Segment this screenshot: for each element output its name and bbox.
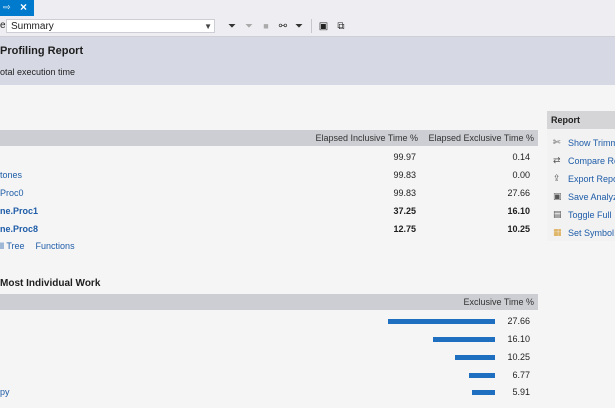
report-panel-title: Report: [551, 115, 580, 125]
export-report-icon: ⇪: [553, 173, 561, 183]
table-row[interactable]: py 5.91: [0, 382, 538, 402]
view-label: e: [0, 20, 6, 31]
toggle-full-icon: ▤: [553, 209, 562, 219]
hot-path-table-header: Elapsed Inclusive Time % Elapsed Exclusi…: [0, 130, 538, 146]
function-link[interactable]: tones: [0, 166, 22, 184]
exclusive-value: 0.14: [512, 152, 530, 162]
export-report-link[interactable]: ⇪ Export Repo: [553, 172, 615, 186]
exclusive-time-value: 5.91: [512, 387, 530, 397]
set-symbol-link[interactable]: ▦ Set Symbol: [553, 226, 615, 240]
report-header: [0, 37, 615, 85]
show-trimmed-link[interactable]: ✄ Show Trimm: [553, 136, 615, 150]
function-link[interactable]: ne.Proc8: [0, 220, 38, 238]
view-links: ll Tree Functions: [0, 240, 75, 252]
exclusive-time-bar: [433, 337, 495, 342]
close-icon[interactable]: ×: [20, 1, 31, 13]
page-title: Profiling Report: [0, 45, 84, 57]
exclusive-time-value: 27.66: [507, 316, 530, 326]
save-icon[interactable]: ▣: [318, 20, 329, 33]
column-header-exclusive[interactable]: Elapsed Exclusive Time %: [424, 130, 534, 146]
inclusive-value: 37.25: [393, 206, 416, 216]
section-title-individual-work: Most Individual Work: [0, 278, 101, 289]
panel-item-label: Set Symbol: [568, 228, 615, 238]
inclusive-value: 12.75: [393, 224, 416, 234]
table-row[interactable]: 16.10: [0, 329, 538, 349]
table-row[interactable]: ne.Proc8 12.75 10.25: [0, 220, 538, 238]
exclusive-time-value: 10.25: [507, 352, 530, 362]
stop-icon[interactable]: ■: [261, 20, 271, 33]
table-row[interactable]: Proc0 99.83 27.66: [0, 184, 538, 202]
save-analyzed-icon: ▣: [553, 191, 562, 201]
export-icon[interactable]: ⧉: [335, 20, 347, 33]
filter-options-icon[interactable]: ⏷: [293, 20, 305, 33]
exclusive-time-value: 16.10: [507, 334, 530, 344]
document-tab[interactable]: ⇨ ×: [0, 0, 34, 16]
exclusive-time-bar: [388, 319, 495, 324]
clear-filter-icon[interactable]: ⏷: [243, 20, 255, 33]
table-row[interactable]: 10.25: [0, 347, 538, 367]
table-row[interactable]: tones 99.83 0.00: [0, 166, 538, 184]
function-link[interactable]: py: [0, 382, 10, 402]
save-analyzed-link[interactable]: ▣ Save Analyz: [553, 190, 615, 204]
trim-icon: ✄: [553, 137, 561, 147]
panel-item-label: Export Repo: [568, 174, 615, 184]
current-view-select[interactable]: Summary ▼: [6, 19, 215, 33]
report-subtitle: otal execution time: [0, 67, 76, 77]
toolbar-separator: [311, 19, 312, 33]
exclusive-value: 10.25: [507, 224, 530, 234]
function-link[interactable]: Proc0: [0, 184, 24, 202]
filter-icon[interactable]: ⏷: [226, 20, 238, 33]
compare-reports-link[interactable]: ⇄ Compare Re: [553, 154, 615, 168]
panel-item-label: Save Analyz: [568, 192, 615, 202]
exclusive-time-bar: [455, 355, 495, 360]
current-view-value: Summary: [11, 21, 54, 32]
exclusive-value: 16.10: [507, 206, 530, 216]
function-link[interactable]: ne.Proc1: [0, 202, 38, 220]
table-row[interactable]: 99.97 0.14: [0, 148, 538, 166]
inclusive-value: 99.83: [393, 188, 416, 198]
panel-item-label: Show Trimm: [568, 138, 615, 148]
functions-link[interactable]: Functions: [36, 241, 75, 251]
toggle-full-link[interactable]: ▤ Toggle Full: [553, 208, 615, 222]
chevron-down-icon: ▼: [204, 22, 212, 31]
column-header-inclusive[interactable]: Elapsed Inclusive Time %: [300, 130, 418, 146]
document-tab-strip: [0, 0, 615, 17]
compare-icon: ⇄: [553, 155, 561, 165]
call-tree-link[interactable]: ll Tree: [0, 241, 25, 251]
column-header-exclusive-time[interactable]: Exclusive Time %: [430, 294, 534, 310]
filter-tree-icon[interactable]: ⚯: [277, 20, 289, 33]
exclusive-value: 27.66: [507, 188, 530, 198]
inclusive-value: 99.83: [393, 170, 416, 180]
individual-work-table-header: Exclusive Time %: [0, 294, 538, 310]
panel-item-label: Compare Re: [568, 156, 615, 166]
symbol-icon: ▦: [553, 227, 562, 237]
panel-item-label: Toggle Full: [568, 210, 612, 220]
exclusive-value: 0.00: [512, 170, 530, 180]
pin-icon[interactable]: ⇨: [3, 2, 13, 12]
table-row[interactable]: 27.66: [0, 311, 538, 331]
table-row[interactable]: ne.Proc1 37.25 16.10: [0, 202, 538, 220]
report-panel-header: Report: [547, 111, 615, 129]
inclusive-value: 99.97: [393, 152, 416, 162]
